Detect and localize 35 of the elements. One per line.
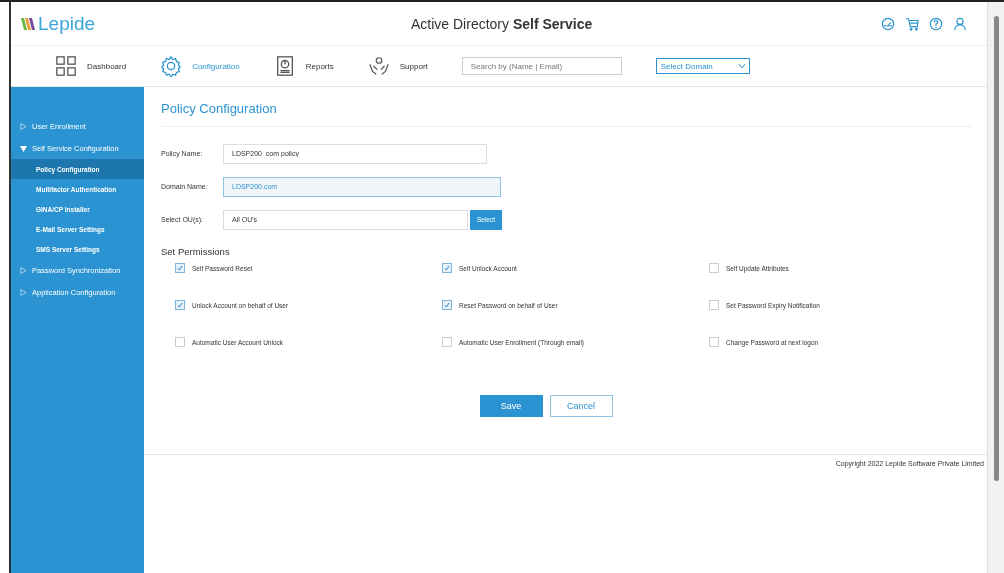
nav-tab[interactable]: Reports — [273, 55, 334, 77]
app-title: Active Directory Self Service — [411, 15, 594, 32]
checkbox[interactable] — [709, 337, 719, 347]
checkbox[interactable] — [175, 263, 185, 273]
checkbox[interactable] — [709, 300, 719, 310]
triangle-down-icon — [20, 144, 27, 152]
search-field[interactable]: Search by (Name | Email) — [461, 57, 622, 75]
gear-icon — [160, 55, 183, 77]
scrollbar-thumb[interactable] — [993, 16, 999, 481]
cart-icon[interactable] — [905, 16, 919, 31]
grid-icon — [55, 55, 77, 77]
logo-text: Lepide — [38, 12, 96, 35]
logo-icon — [21, 17, 35, 30]
nav-tab[interactable]: Configuration — [160, 55, 240, 77]
user-icon[interactable] — [953, 16, 967, 31]
checkbox[interactable] — [175, 337, 185, 347]
gauge-icon[interactable] — [881, 16, 895, 31]
nav-tab[interactable]: Support — [367, 55, 428, 77]
help-icon[interactable] — [929, 16, 943, 31]
section-title: Set Permissions — [161, 246, 231, 257]
triangle-right-icon — [20, 122, 27, 130]
checkbox[interactable] — [442, 300, 452, 310]
page-title: Policy Configuration — [161, 101, 971, 127]
hands-gear-icon — [367, 55, 390, 77]
triangle-right-icon — [20, 266, 27, 274]
save-button[interactable]: Save — [479, 395, 543, 417]
nav-tab[interactable]: Dashboard — [55, 55, 127, 77]
checkbox[interactable] — [175, 300, 185, 310]
cancel-button[interactable]: Cancel — [549, 395, 613, 417]
checkbox[interactable] — [442, 337, 452, 347]
checkbox[interactable] — [442, 263, 452, 273]
domain-dropdown[interactable]: Select Domain — [655, 58, 750, 74]
chevron-down-icon — [738, 64, 745, 68]
triangle-right-icon — [20, 288, 27, 296]
checkbox[interactable] — [709, 263, 719, 273]
